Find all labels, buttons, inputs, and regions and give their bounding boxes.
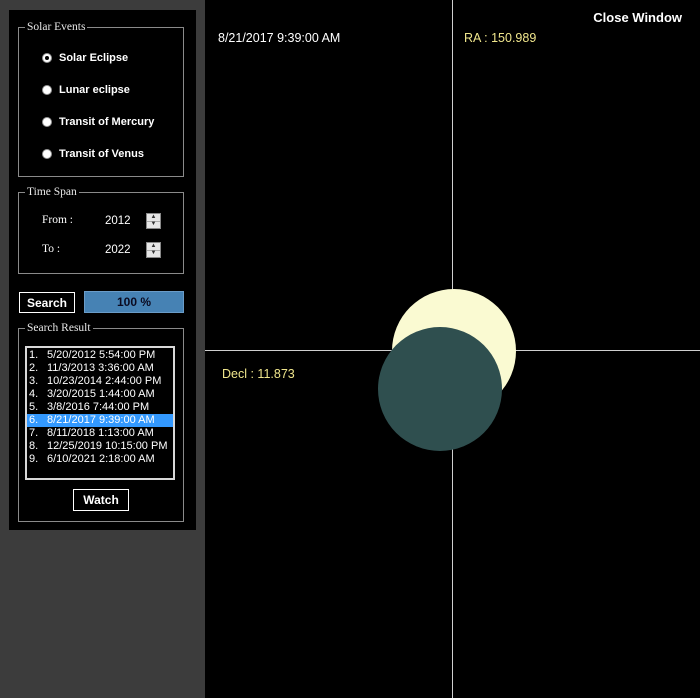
close-window-link[interactable]: Close Window xyxy=(593,10,682,25)
list-item[interactable]: 7. 8/11/2018 1:13:00 AM xyxy=(27,427,173,440)
radio-lunar-eclipse[interactable]: Lunar eclipse xyxy=(42,82,130,98)
list-item-number: 1. xyxy=(29,349,39,361)
radio-circle-checked-icon[interactable] xyxy=(42,53,52,63)
list-item-date: 6/10/2021 2:18:00 AM xyxy=(47,453,155,465)
list-item[interactable]: 3. 10/23/2014 2:44:00 PM xyxy=(27,375,173,388)
eclipse-canvas xyxy=(378,289,516,451)
list-item-date: 11/3/2013 3:36:00 AM xyxy=(47,362,154,374)
list-item[interactable]: 6. 8/21/2017 9:39:00 AM xyxy=(27,414,173,427)
moon-disc xyxy=(378,327,502,451)
radio-circle-icon[interactable] xyxy=(42,85,52,95)
list-item-date: 10/23/2014 2:44:00 PM xyxy=(47,375,162,387)
progress-text: 100 % xyxy=(116,295,152,309)
list-item-date: 12/25/2019 10:15:00 PM xyxy=(47,440,168,452)
list-item-number: 9. xyxy=(29,453,39,465)
to-year-input[interactable]: 2022 xyxy=(105,244,131,256)
to-label: To : xyxy=(42,243,61,255)
radio-circle-icon[interactable] xyxy=(42,117,52,127)
search-result-list[interactable]: 1. 5/20/2012 5:54:00 PM 2. 11/3/2013 3:36:0… xyxy=(25,346,175,480)
radio-label: Lunar eclipse xyxy=(59,84,130,96)
list-item-number: 7. xyxy=(29,427,39,439)
ra-readout: RA : 150.989 xyxy=(464,31,537,45)
from-label: From : xyxy=(42,214,73,226)
list-item-number: 8. xyxy=(29,440,39,452)
decl-readout: Decl : 11.873 xyxy=(222,367,295,381)
radio-solar-eclipse[interactable]: Solar Eclipse xyxy=(42,50,128,66)
eclipse-viewer: 8/21/2017 9:39:00 AM RA : 150.989 Decl :… xyxy=(205,0,700,698)
from-year-input[interactable]: 2012 xyxy=(105,215,131,227)
list-item-number: 2. xyxy=(29,362,39,374)
from-year-stepper[interactable]: ▲ ▼ xyxy=(146,213,161,229)
list-item[interactable]: 2. 11/3/2013 3:36:00 AM xyxy=(27,362,173,375)
stepper-down-icon[interactable]: ▼ xyxy=(147,250,160,257)
list-item[interactable]: 9. 6/10/2021 2:18:00 AM xyxy=(27,453,173,466)
list-item[interactable]: 1. 5/20/2012 5:54:00 PM xyxy=(27,349,173,362)
list-item-date: 3/8/2016 7:44:00 PM xyxy=(47,401,150,413)
radio-label: Transit of Mercury xyxy=(59,116,155,128)
list-item-date: 8/11/2018 1:13:00 AM xyxy=(47,427,154,439)
event-datetime: 8/21/2017 9:39:00 AM xyxy=(218,31,341,45)
to-year-stepper[interactable]: ▲ ▼ xyxy=(146,242,161,258)
radio-label: Solar Eclipse xyxy=(59,52,129,64)
list-item-date: 3/20/2015 1:44:00 AM xyxy=(47,388,155,400)
time-span-group: Time Span From : 2012 ▲ ▼ To : 2022 ▲ ▼ xyxy=(18,185,184,274)
radio-label: Transit of Venus xyxy=(59,148,144,160)
list-item[interactable]: 5. 3/8/2016 7:44:00 PM xyxy=(27,401,173,414)
list-item-date: 8/21/2017 9:39:00 AM xyxy=(47,414,155,426)
solar-events-group: Solar Events Solar Eclipse Lunar eclipse… xyxy=(18,20,184,177)
list-item-number: 6. xyxy=(29,414,39,426)
time-span-legend: Time Span xyxy=(25,185,79,199)
radio-circle-icon[interactable] xyxy=(42,149,52,159)
list-item-number: 3. xyxy=(29,375,39,387)
solar-events-legend: Solar Events xyxy=(25,20,88,34)
list-item[interactable]: 8. 12/25/2019 10:15:00 PM xyxy=(27,440,173,453)
list-item-date: 5/20/2012 5:54:00 PM xyxy=(47,349,156,361)
radio-transit-of-mercury[interactable]: Transit of Mercury xyxy=(42,114,154,130)
list-item[interactable]: 4. 3/20/2015 1:44:00 AM xyxy=(27,388,173,401)
list-item-number: 5. xyxy=(29,401,39,413)
radio-transit-of-venus[interactable]: Transit of Venus xyxy=(42,146,144,162)
search-result-legend: Search Result xyxy=(25,321,93,335)
watch-button[interactable]: Watch xyxy=(73,489,129,511)
list-item-number: 4. xyxy=(29,388,39,400)
search-button[interactable]: Search xyxy=(19,292,75,313)
search-progress-bar: 100 % xyxy=(84,291,184,313)
control-panel: Solar Events Solar Eclipse Lunar eclipse… xyxy=(9,10,196,530)
stepper-down-icon[interactable]: ▼ xyxy=(147,221,160,228)
